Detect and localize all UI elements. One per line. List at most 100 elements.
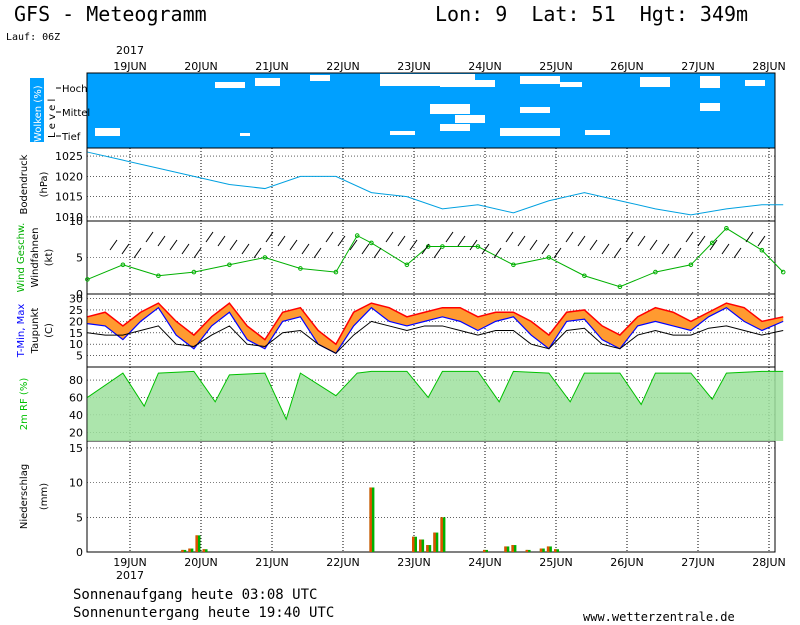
cloud-block [640,77,670,87]
axis-tick-label: 20 [69,315,83,328]
year-label-bottom: 2017 [116,569,144,582]
axis-tick-label: 1015 [55,191,83,204]
wind-barb [697,235,706,247]
wind-barb [685,231,694,243]
precip-bar-conv [525,549,529,552]
wind-barb [601,243,610,255]
cloud-block [390,131,415,135]
axis-tick-label: 1020 [55,170,83,183]
wind-barb [157,235,166,247]
meteogram-chart: Hoch Mittel Tief Wolken (%) L e v e l 19JUN 19… [16,44,786,582]
precip-bar-conv [546,546,550,552]
wind-barb [313,247,322,259]
wind-barb [757,235,766,247]
day-label-bottom: 27JUN [681,556,715,569]
wind-barb [637,235,646,247]
cloud-block [585,130,610,135]
wind-barb [433,247,442,259]
day-label-top: 19JUN [113,60,147,73]
wind-barb [589,239,598,251]
wind-barb [625,231,634,243]
wind-barb [145,231,154,243]
day-label-top: 27JUN [681,60,715,73]
day-label-bottom: 20JUN [184,556,218,569]
axis-tick-label: 20 [69,426,83,439]
wind-barb [265,231,274,243]
wind-barb [553,247,562,259]
precip-bar-conv [412,536,415,552]
cloud-block [700,103,720,111]
axis-tick-label: 5 [76,350,83,363]
cloud-block [520,107,550,113]
panel-ylabel: T-Min, Max [16,304,27,359]
panel-ylabel: Bodendruck [19,154,30,214]
wind-barb [457,235,466,247]
wind-barb [217,235,226,247]
cloud-level-label: Tief [61,132,81,143]
cloud-ylabel: Wolken (%) [33,85,44,142]
precip-bar-conv [426,545,429,552]
axis-tick-label: 15 [69,327,83,340]
wind-barb [253,247,262,259]
axis-tick-label: 1025 [55,150,83,163]
cloud-block [745,80,765,86]
wind-barb [517,235,526,247]
wind-barb [229,239,238,251]
precip-bar-conv [539,548,543,552]
cloud-sublabel: L e v e l [47,99,58,138]
wind-barb [613,247,622,259]
wind-barb [181,243,190,255]
precip-bar-conv [504,546,507,552]
day-label-top: 28JUN [752,60,786,73]
axis-tick-label: 30 [69,293,83,306]
axis-tick-label: 0 [76,546,83,559]
precip-bar-conv [188,548,191,552]
cloud-block [240,133,250,136]
cloud-block [440,80,495,87]
panel-frame [86,220,776,295]
wind-barb [565,231,574,243]
day-label-top: 22JUN [326,60,360,73]
cloud-block [500,128,560,136]
precip-bar-conv [195,535,198,552]
day-label-top: 26JUN [610,60,644,73]
day-label-bottom: 28JUN [752,556,786,569]
wind-barb [673,247,682,259]
wind-barb [721,243,730,255]
axis-tick-label: 80 [69,374,83,387]
day-label-bottom: 19JUN [113,556,147,569]
year-label-top: 2017 [116,44,144,57]
panel-frame [86,147,776,222]
wind-barb [361,243,370,255]
precip-bar-conv [419,539,422,552]
day-label-top: 23JUN [397,60,431,73]
day-label-top: 20JUN [184,60,218,73]
wind-barb [289,239,298,251]
panel-ylabel: (mm) [39,483,50,510]
panel-frame [86,440,776,553]
wind-barb [121,243,130,255]
panel-ylabel: (C) [44,323,55,338]
axis-tick-label: 60 [69,391,83,404]
panel-ylabel: Taupunkt [30,308,41,355]
cloud-block [700,76,720,88]
cloud-block [455,115,485,123]
axis-tick-label: 15 [69,442,83,455]
wind-barb [133,247,142,259]
cloud-block [520,76,560,84]
wind-barb [745,231,754,243]
day-label-top: 25JUN [539,60,573,73]
wind-barb [505,231,514,243]
wind-barb [541,243,550,255]
wind-barb [397,235,406,247]
panel-ylabel: Wind Geschw. [16,223,27,293]
day-label-bottom: 26JUN [610,556,644,569]
wind-barb [445,231,454,243]
wind-barb [301,243,310,255]
precip-bar-conv [483,549,486,552]
axis-tick-label: 10 [69,338,83,351]
cloud-level-label: Mittel [62,108,90,119]
wind-barb [577,235,586,247]
sunrise-text: Sonnenaufgang heute 03:08 UTC [73,587,318,603]
cloud-block [430,104,470,114]
